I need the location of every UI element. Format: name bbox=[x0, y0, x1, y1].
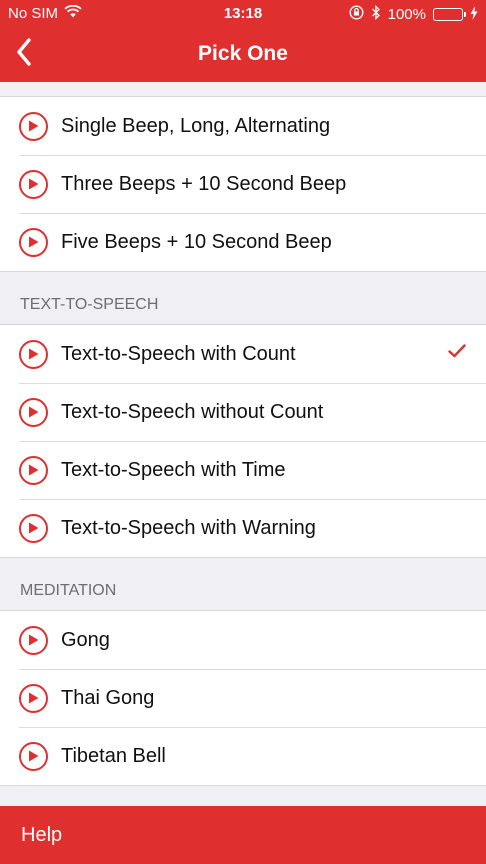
play-icon[interactable] bbox=[19, 625, 48, 655]
play-icon[interactable] bbox=[19, 227, 48, 257]
top-bar: No SIM 13:18 100% Pick One bbox=[0, 0, 486, 82]
play-icon[interactable] bbox=[19, 111, 48, 141]
item-label: Gong bbox=[61, 628, 110, 651]
help-button[interactable]: Help bbox=[0, 806, 486, 864]
battery-percentage: 100% bbox=[387, 6, 426, 23]
list-item[interactable]: Text-to-Speech with Count bbox=[0, 325, 486, 383]
text-to-speech-section: Text-to-Speech with Count Text-to-Speech… bbox=[0, 324, 486, 558]
navigation-bar: Pick One bbox=[0, 28, 486, 82]
help-label: Help bbox=[21, 823, 63, 846]
play-icon[interactable] bbox=[19, 683, 48, 713]
sound-list[interactable]: Single Beep, Long, Alternating Three Bee… bbox=[0, 82, 486, 806]
play-icon[interactable] bbox=[19, 513, 48, 543]
list-item[interactable]: Single Beep, Long, Alternating bbox=[0, 97, 486, 155]
list-item[interactable]: Gong bbox=[0, 611, 486, 669]
item-label: Text-to-Speech without Count bbox=[61, 400, 324, 423]
play-icon[interactable] bbox=[19, 339, 48, 369]
battery-icon bbox=[433, 8, 466, 21]
section-header-meditation: MEDITATION bbox=[20, 582, 117, 599]
charging-icon bbox=[470, 5, 478, 24]
page-title: Pick One bbox=[198, 42, 288, 65]
list-item[interactable]: Text-to-Speech with Warning bbox=[0, 499, 486, 557]
list-item[interactable]: Text-to-Speech without Count bbox=[0, 383, 486, 441]
item-label: Single Beep, Long, Alternating bbox=[61, 114, 331, 137]
section-header-text-to-speech: TEXT-TO-SPEECH bbox=[20, 296, 159, 313]
play-icon[interactable] bbox=[19, 741, 48, 771]
play-icon[interactable] bbox=[19, 169, 48, 199]
item-label: Text-to-Speech with Time bbox=[61, 458, 286, 481]
item-label: Text-to-Speech with Count bbox=[61, 342, 296, 365]
status-right-group: 100% bbox=[349, 4, 478, 24]
bluetooth-icon bbox=[371, 4, 381, 24]
list-item[interactable]: Thai Gong bbox=[0, 669, 486, 727]
list-item[interactable]: Tibetan Bell bbox=[0, 727, 486, 785]
item-label: Thai Gong bbox=[61, 686, 155, 709]
list-item[interactable]: Five Beeps + 10 Second Beep bbox=[0, 213, 486, 271]
play-icon[interactable] bbox=[19, 397, 48, 427]
beep-section: Single Beep, Long, Alternating Three Bee… bbox=[0, 96, 486, 272]
play-icon[interactable] bbox=[19, 455, 48, 485]
list-item[interactable]: Three Beeps + 10 Second Beep bbox=[0, 155, 486, 213]
item-label: Three Beeps + 10 Second Beep bbox=[61, 172, 347, 195]
orientation-lock-icon bbox=[349, 5, 364, 24]
item-label: Text-to-Speech with Warning bbox=[61, 516, 316, 539]
item-label: Five Beeps + 10 Second Beep bbox=[61, 230, 332, 253]
list-top-spacer bbox=[0, 82, 486, 96]
status-bar: No SIM 13:18 100% bbox=[0, 0, 486, 28]
list-item[interactable]: Text-to-Speech with Time bbox=[0, 441, 486, 499]
meditation-section: Gong Thai Gong Tibetan Bell bbox=[0, 610, 486, 786]
item-label: Tibetan Bell bbox=[61, 744, 166, 767]
checkmark-icon bbox=[448, 344, 466, 363]
